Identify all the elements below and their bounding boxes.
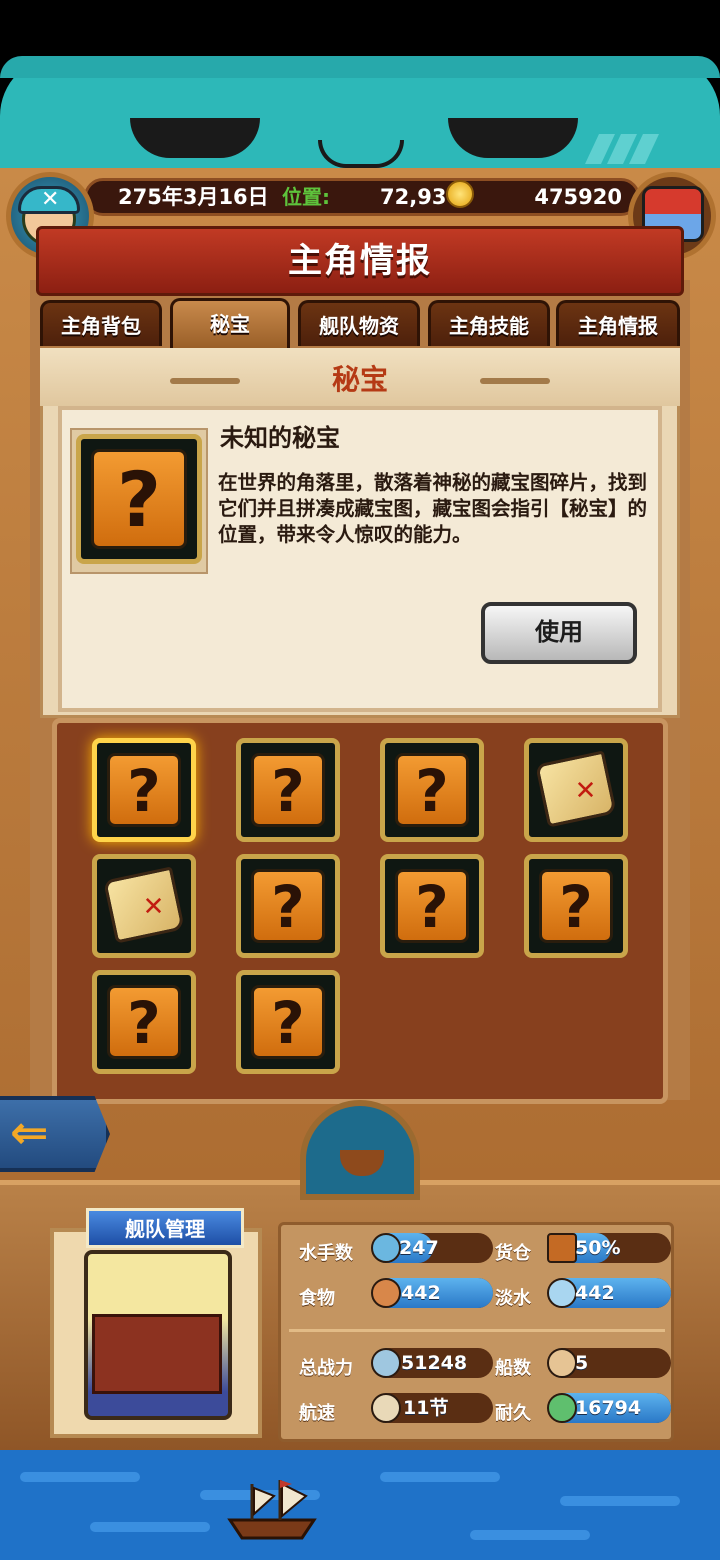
question-mark-icon: ? bbox=[107, 985, 181, 1059]
durability-label: 耐久 bbox=[495, 1403, 531, 1424]
section-title: 秘宝 bbox=[331, 363, 388, 396]
sailor-icon bbox=[371, 1233, 401, 1263]
use-button[interactable]: 使用 bbox=[481, 602, 637, 664]
stats-divider bbox=[289, 1329, 665, 1332]
question-mark-icon: ? bbox=[251, 985, 325, 1059]
grid-slot[interactable]: ? bbox=[236, 738, 340, 842]
water-label: 淡水 bbox=[495, 1288, 531, 1309]
question-mark-icon: ? bbox=[251, 869, 325, 943]
ship-hull-icon bbox=[92, 1314, 222, 1394]
item-detail-icon-frame: ? bbox=[70, 428, 208, 574]
sail-icon bbox=[371, 1393, 401, 1423]
sailors-label: 水手数 bbox=[299, 1243, 353, 1264]
power-value: 51248 bbox=[401, 1352, 468, 1374]
question-mark-icon: ? bbox=[395, 869, 469, 943]
power-label: 总战力 bbox=[299, 1358, 353, 1379]
tab-skills[interactable]: 主角技能 bbox=[428, 300, 550, 346]
page-title: 主角情报 bbox=[288, 241, 432, 281]
grid-slot[interactable]: ? bbox=[236, 854, 340, 958]
question-mark-icon: ? bbox=[107, 753, 181, 827]
item-description: 在世界的角落里，散落着神秘的藏宝图碎片，找到它们并且拼凑成藏宝图，藏宝图会指引【… bbox=[218, 471, 648, 546]
item-name: 未知的秘宝 bbox=[220, 424, 340, 452]
item-detail-icon: ? bbox=[76, 434, 202, 564]
sailors-value: 247 bbox=[399, 1237, 439, 1259]
question-mark-icon: ? bbox=[251, 753, 325, 827]
back-arrow-icon: ⇐ bbox=[10, 1105, 49, 1159]
meat-icon bbox=[371, 1278, 401, 1308]
tab-fleet-supplies[interactable]: 舰队物资 bbox=[298, 300, 420, 346]
water-value: 442 bbox=[575, 1282, 615, 1304]
tab-info[interactable]: 主角情报 bbox=[556, 300, 680, 346]
position-value: 72,93 bbox=[380, 185, 447, 209]
food-label: 食物 bbox=[299, 1288, 335, 1309]
grid-slot[interactable]: ? bbox=[92, 738, 196, 842]
grid-slot[interactable]: ? bbox=[380, 738, 484, 842]
ship-icon bbox=[547, 1348, 577, 1378]
ships-label: 船数 bbox=[495, 1358, 531, 1379]
top-spacer bbox=[0, 0, 720, 60]
grid-slot[interactable]: ? bbox=[380, 854, 484, 958]
durability-value: 16794 bbox=[575, 1397, 642, 1419]
water-icon bbox=[547, 1278, 577, 1308]
pirate-ship-icon[interactable] bbox=[222, 1476, 322, 1542]
grid-slot[interactable]: ? bbox=[236, 970, 340, 1074]
speed-label: 航速 bbox=[299, 1403, 335, 1424]
grid-slot[interactable]: ? bbox=[524, 854, 628, 958]
ships-value: 5 bbox=[575, 1352, 589, 1374]
position-label: 位置: bbox=[282, 185, 330, 209]
cargo-value: 50% bbox=[575, 1237, 621, 1259]
food-value: 442 bbox=[401, 1282, 441, 1304]
cargo-label: 货仓 bbox=[495, 1243, 531, 1264]
crate-icon bbox=[547, 1233, 577, 1263]
gold-amount: 475920 bbox=[534, 185, 622, 209]
grid-slot[interactable]: ✕ bbox=[92, 854, 196, 958]
fleet-stats: 水手数 247 货仓 50% 食物 442 淡水 442 总战力 51248 船… bbox=[278, 1222, 674, 1442]
question-mark-icon: ? bbox=[395, 753, 469, 827]
question-mark-icon: ? bbox=[91, 449, 187, 549]
fleet-management-button[interactable]: 舰队管理 bbox=[86, 1208, 244, 1248]
repair-icon bbox=[547, 1393, 577, 1423]
grid-slot[interactable]: ? bbox=[92, 970, 196, 1074]
grid-slot[interactable]: ✕ bbox=[524, 738, 628, 842]
speed-value: 11节 bbox=[403, 1397, 449, 1419]
tab-treasure[interactable]: 秘宝 bbox=[170, 298, 290, 348]
swords-icon bbox=[371, 1348, 401, 1378]
gold-coin-icon bbox=[446, 180, 474, 208]
tab-backpack[interactable]: 主角背包 bbox=[40, 300, 162, 346]
sea-footer bbox=[0, 1450, 720, 1560]
treasure-map-icon: ✕ bbox=[103, 866, 185, 944]
avatar-hat-icon: ✕ bbox=[18, 186, 80, 214]
question-mark-icon: ? bbox=[539, 869, 613, 943]
game-date: 275年3月16日 bbox=[118, 185, 269, 209]
treasure-map-icon: ✕ bbox=[535, 750, 617, 828]
